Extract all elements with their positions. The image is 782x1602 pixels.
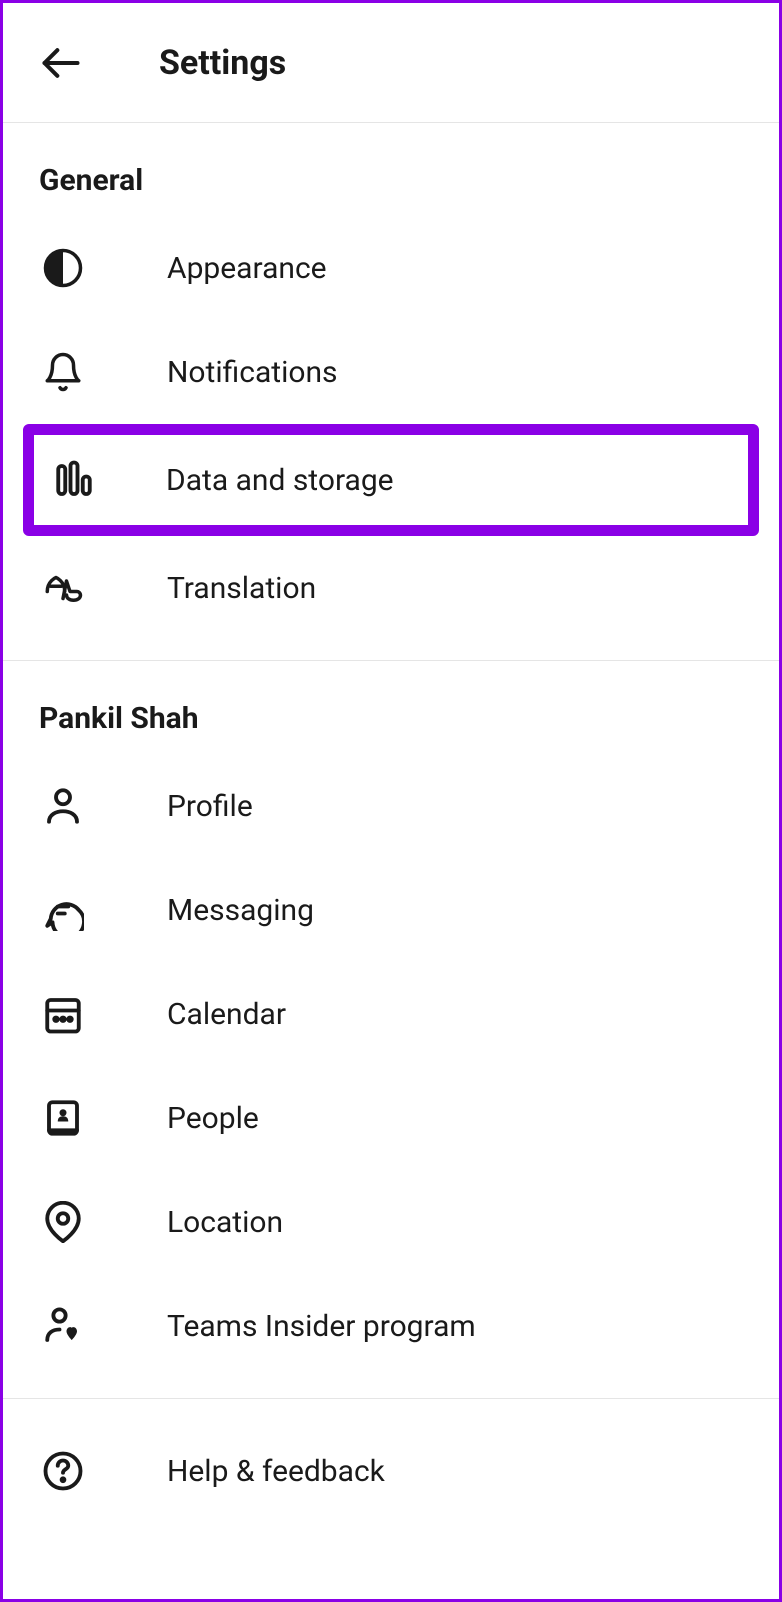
menu-label: Notifications: [167, 355, 338, 390]
calendar-icon: [39, 990, 87, 1038]
bell-icon: [39, 348, 87, 396]
page-title: Settings: [159, 43, 286, 83]
menu-label: Appearance: [167, 251, 327, 286]
section-general: General Appearance Notifications Da: [3, 123, 779, 661]
arrow-left-icon: [39, 41, 83, 85]
menu-label: Help & feedback: [167, 1454, 385, 1489]
menu-label: Profile: [167, 789, 253, 824]
menu-item-appearance[interactable]: Appearance: [3, 216, 779, 320]
menu-item-location[interactable]: Location: [3, 1170, 779, 1274]
translation-icon: [39, 564, 87, 612]
half-circle-icon: [39, 244, 87, 292]
bars-icon: [50, 456, 98, 504]
insider-icon: [39, 1302, 87, 1350]
location-icon: [39, 1198, 87, 1246]
contacts-icon: [39, 1094, 87, 1142]
menu-item-profile[interactable]: Profile: [3, 754, 779, 858]
section-account: Pankil Shah Profile Messaging: [3, 661, 779, 1399]
menu-item-data-storage[interactable]: Data and storage: [23, 424, 759, 536]
menu-label: Calendar: [167, 997, 286, 1032]
menu-item-people[interactable]: People: [3, 1066, 779, 1170]
menu-label: People: [167, 1101, 259, 1136]
menu-item-help[interactable]: Help & feedback: [3, 1419, 779, 1523]
divider: [3, 1398, 779, 1399]
menu-label: Data and storage: [166, 463, 394, 498]
section-support: Help & feedback: [3, 1419, 779, 1523]
menu-item-translation[interactable]: Translation: [3, 536, 779, 640]
chat-icon: [39, 886, 87, 934]
menu-item-notifications[interactable]: Notifications: [3, 320, 779, 424]
menu-item-calendar[interactable]: Calendar: [3, 962, 779, 1066]
header: Settings: [3, 3, 779, 123]
menu-label: Translation: [167, 571, 316, 606]
menu-item-messaging[interactable]: Messaging: [3, 858, 779, 962]
back-button[interactable]: [39, 41, 83, 85]
menu-label: Teams Insider program: [167, 1309, 476, 1344]
menu-label: Messaging: [167, 893, 314, 928]
menu-label: Location: [167, 1205, 283, 1240]
help-icon: [39, 1447, 87, 1495]
section-header-general: General: [3, 123, 779, 216]
profile-icon: [39, 782, 87, 830]
section-header-account: Pankil Shah: [3, 661, 779, 754]
menu-item-insider[interactable]: Teams Insider program: [3, 1274, 779, 1378]
